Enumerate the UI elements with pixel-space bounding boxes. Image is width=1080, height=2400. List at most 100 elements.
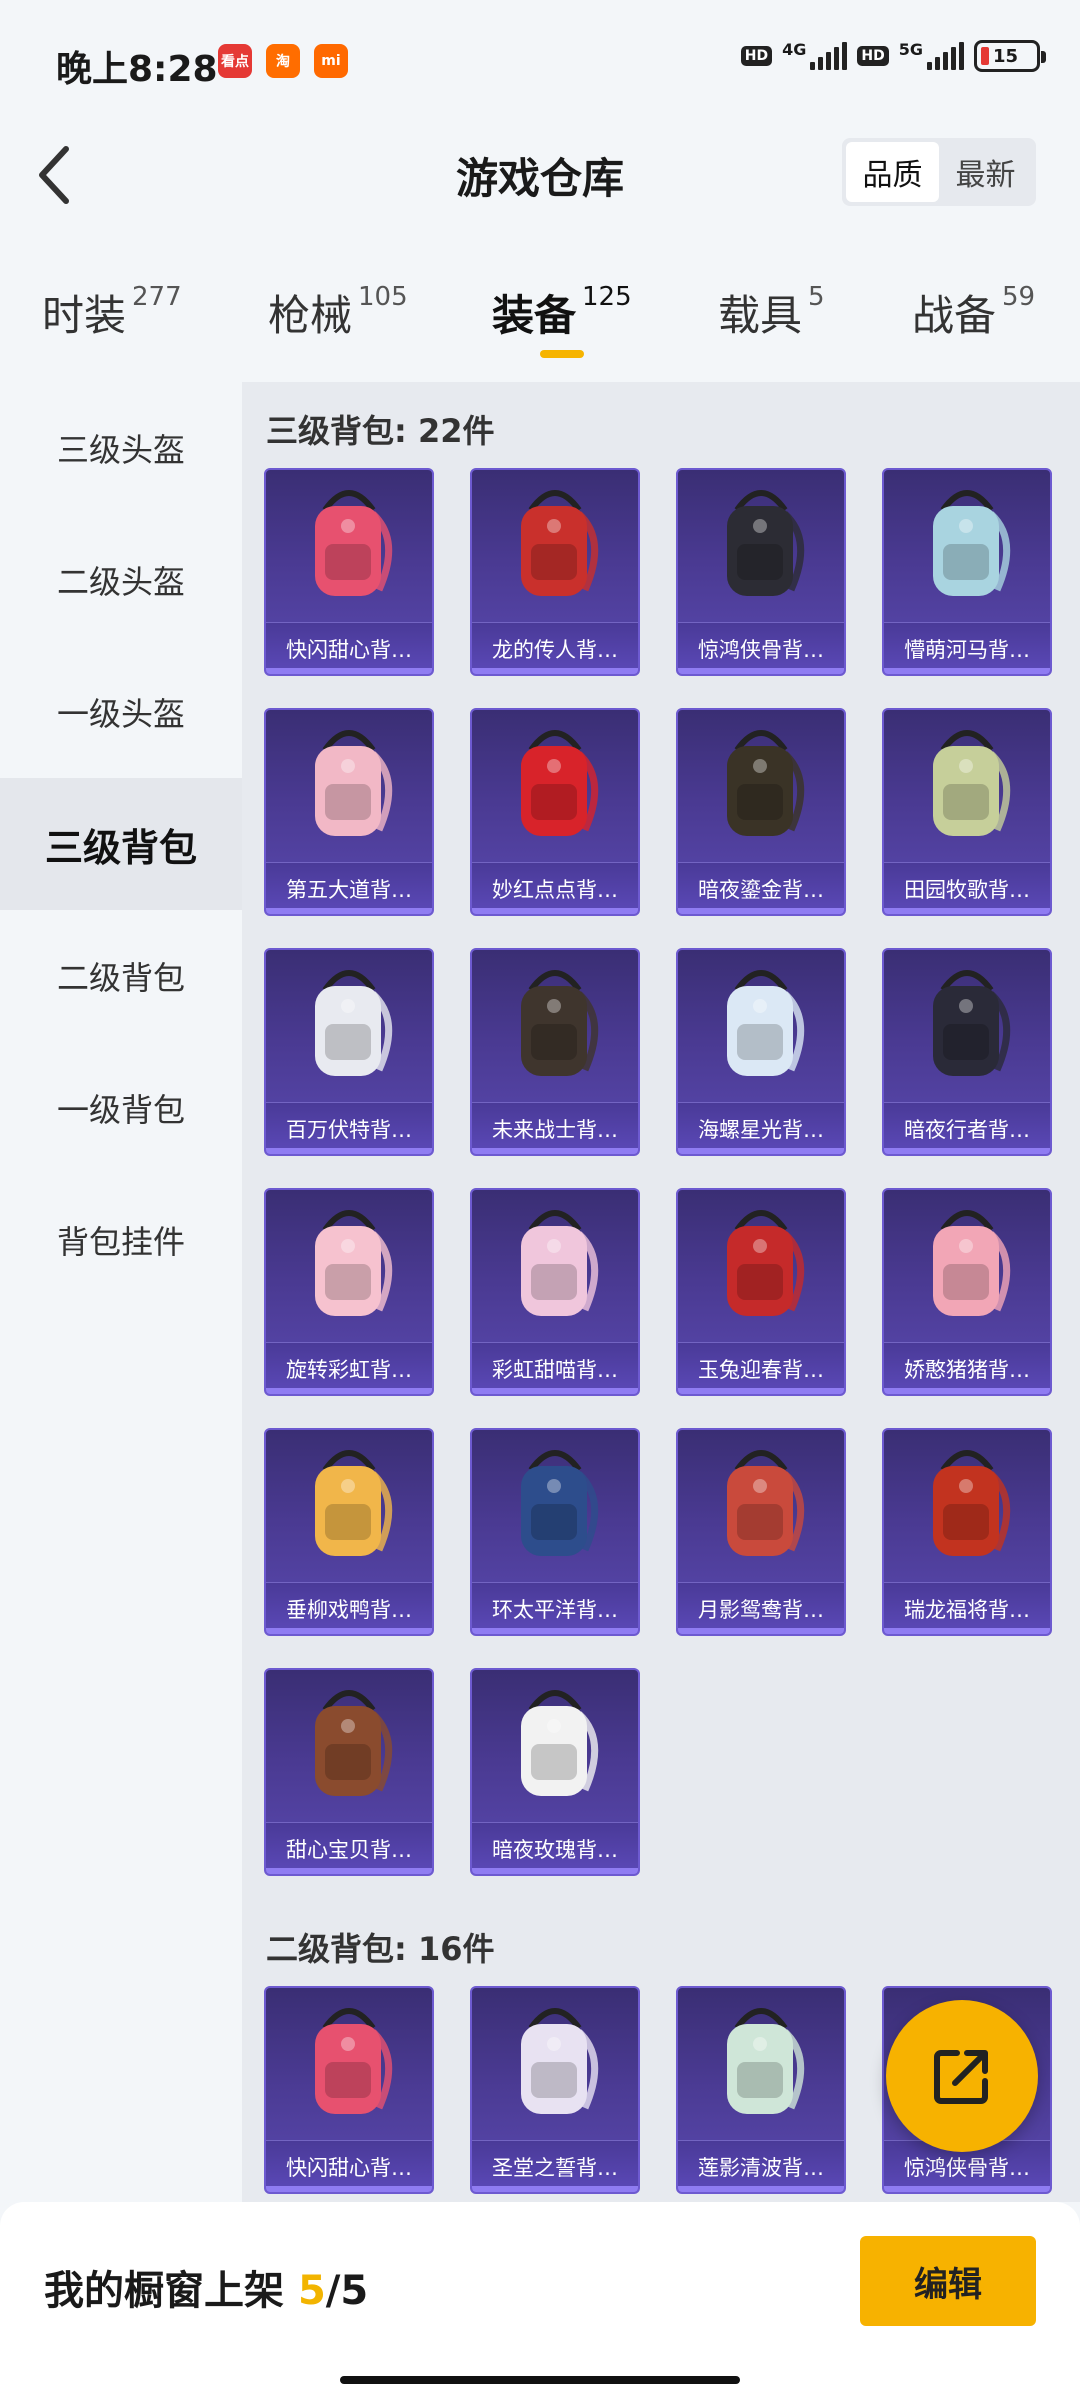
edit-button[interactable]: 编辑 bbox=[860, 2236, 1036, 2326]
showcase-total-count: /5 bbox=[325, 2268, 369, 2314]
status-indicators: HD 4G HD 5G 15 bbox=[740, 40, 1046, 72]
item-name: 海螺星光背… bbox=[678, 1102, 844, 1154]
item-name: 暗夜鎏金背… bbox=[678, 862, 844, 914]
sort-toggle: 品质 最新 bbox=[842, 138, 1036, 206]
category-tabs: 时装 277 枪械 105 装备 125 载具 5 战备 59 bbox=[0, 270, 1080, 370]
item-card[interactable]: 龙的传人背… bbox=[470, 468, 640, 676]
home-indicator[interactable] bbox=[340, 2376, 740, 2384]
sidebar-item-backpack-charm[interactable]: 背包挂件 bbox=[0, 1174, 242, 1306]
item-card[interactable]: 快闪甜心背… bbox=[264, 1986, 434, 2194]
tab-fashion[interactable]: 时装 277 bbox=[42, 282, 182, 343]
item-card[interactable]: 暗夜行者背… bbox=[882, 948, 1052, 1156]
item-card[interactable]: 暗夜鎏金背… bbox=[676, 708, 846, 916]
backpack-image bbox=[472, 1190, 638, 1340]
item-card[interactable]: 圣堂之誓背… bbox=[470, 1986, 640, 2194]
tab-count: 277 bbox=[132, 282, 182, 312]
backpack-image bbox=[678, 950, 844, 1100]
quality-stripe bbox=[678, 2186, 844, 2192]
backpack-image bbox=[678, 1430, 844, 1580]
tab-count: 105 bbox=[358, 282, 408, 312]
status-bar: 晚上8:28 看点 淘 mi HD 4G HD 5G 15 bbox=[0, 0, 1080, 120]
sidebar-item-lv1-helmet[interactable]: 一级头盔 bbox=[0, 646, 242, 778]
sidebar-item-lv2-helmet[interactable]: 二级头盔 bbox=[0, 514, 242, 646]
item-card[interactable]: 田园牧歌背… bbox=[882, 708, 1052, 916]
backpack-image bbox=[266, 950, 432, 1100]
item-card[interactable]: 彩虹甜喵背… bbox=[470, 1188, 640, 1396]
item-card[interactable]: 旋转彩虹背… bbox=[264, 1188, 434, 1396]
signal-icon bbox=[810, 42, 848, 70]
mi-app-icon: mi bbox=[314, 44, 348, 78]
backpack-image bbox=[884, 710, 1050, 860]
tab-label: 时装 bbox=[42, 291, 127, 340]
backpack-image bbox=[472, 1988, 638, 2138]
item-card[interactable]: 瑞龙福将背… bbox=[882, 1428, 1052, 1636]
tab-label: 载具 bbox=[718, 291, 803, 340]
quality-stripe bbox=[678, 1148, 844, 1154]
share-button[interactable] bbox=[886, 2000, 1038, 2152]
item-card[interactable]: 莲影清波背… bbox=[676, 1986, 846, 2194]
tab-count: 5 bbox=[808, 282, 825, 312]
battery-icon: 15 bbox=[974, 40, 1046, 72]
item-card[interactable]: 环太平洋背… bbox=[470, 1428, 640, 1636]
quality-stripe bbox=[884, 2186, 1050, 2192]
tab-weapons[interactable]: 枪械 105 bbox=[268, 282, 408, 343]
page-header: 游戏仓库 品质 最新 bbox=[0, 120, 1080, 230]
quality-stripe bbox=[884, 1148, 1050, 1154]
item-card[interactable]: 未来战士背… bbox=[470, 948, 640, 1156]
status-time: 晚上8:28 bbox=[56, 49, 218, 90]
sidebar-item-lv1-backpack[interactable]: 一级背包 bbox=[0, 1042, 242, 1174]
backpack-image bbox=[472, 1670, 638, 1820]
quality-stripe bbox=[884, 1628, 1050, 1634]
item-card[interactable]: 妙红点点背… bbox=[470, 708, 640, 916]
item-name: 懵萌河马背… bbox=[884, 622, 1050, 674]
tab-count: 125 bbox=[582, 282, 632, 312]
tab-label: 枪械 bbox=[268, 291, 353, 340]
item-card[interactable]: 快闪甜心背… bbox=[264, 468, 434, 676]
showcase-label: 我的橱窗上架 bbox=[44, 2268, 284, 2314]
sidebar-item-lv2-backpack[interactable]: 二级背包 bbox=[0, 910, 242, 1042]
sidebar-item-lv3-helmet[interactable]: 三级头盔 bbox=[0, 382, 242, 514]
item-name: 环太平洋背… bbox=[472, 1582, 638, 1634]
quality-stripe bbox=[472, 2186, 638, 2192]
item-card[interactable]: 海螺星光背… bbox=[676, 948, 846, 1156]
item-card[interactable]: 娇憨猪猪背… bbox=[882, 1188, 1052, 1396]
sidebar-item-lv3-backpack[interactable]: 三级背包 bbox=[0, 778, 242, 910]
item-card[interactable]: 玉兔迎春背… bbox=[676, 1188, 846, 1396]
backpack-image bbox=[472, 950, 638, 1100]
status-app-icons: 看点 淘 mi bbox=[218, 44, 348, 78]
backpack-image bbox=[266, 1988, 432, 2138]
item-name: 圣堂之誓背… bbox=[472, 2140, 638, 2192]
item-name: 旋转彩虹背… bbox=[266, 1342, 432, 1394]
item-grid: 三级背包: 22件 二级背包: 16件 快闪甜心背… 龙的传人背… 惊鸿侠骨背… 懵萌… bbox=[242, 382, 1080, 2202]
share-export-icon bbox=[934, 2050, 988, 2104]
item-card[interactable]: 垂柳戏鸭背… bbox=[264, 1428, 434, 1636]
item-card[interactable]: 月影鸳鸯背… bbox=[676, 1428, 846, 1636]
item-name: 第五大道背… bbox=[266, 862, 432, 914]
backpack-image bbox=[266, 1430, 432, 1580]
tab-equipment[interactable]: 装备 125 bbox=[492, 282, 632, 343]
item-name: 惊鸿侠骨背… bbox=[678, 622, 844, 674]
item-card[interactable]: 甜心宝贝背… bbox=[264, 1668, 434, 1876]
section-title: 三级背包: 22件 bbox=[266, 412, 495, 450]
item-name: 快闪甜心背… bbox=[266, 2140, 432, 2192]
item-card[interactable]: 百万伏特背… bbox=[264, 948, 434, 1156]
backpack-image bbox=[884, 950, 1050, 1100]
item-name: 田园牧歌背… bbox=[884, 862, 1050, 914]
item-card[interactable]: 惊鸿侠骨背… bbox=[676, 468, 846, 676]
tab-supplies[interactable]: 战备 59 bbox=[912, 282, 1035, 343]
hd-icon: HD bbox=[857, 46, 889, 66]
item-name: 垂柳戏鸭背… bbox=[266, 1582, 432, 1634]
quality-stripe bbox=[678, 1628, 844, 1634]
item-name: 妙红点点背… bbox=[472, 862, 638, 914]
sort-newest-button[interactable]: 最新 bbox=[939, 142, 1032, 202]
tab-vehicles[interactable]: 载具 5 bbox=[718, 282, 825, 343]
item-name: 百万伏特背… bbox=[266, 1102, 432, 1154]
quality-stripe bbox=[884, 1388, 1050, 1394]
item-name: 快闪甜心背… bbox=[266, 622, 432, 674]
item-card[interactable]: 第五大道背… bbox=[264, 708, 434, 916]
sort-quality-button[interactable]: 品质 bbox=[846, 142, 939, 202]
item-card[interactable]: 暗夜玫瑰背… bbox=[470, 1668, 640, 1876]
backpack-image bbox=[678, 1190, 844, 1340]
item-card[interactable]: 懵萌河马背… bbox=[882, 468, 1052, 676]
battery-level: 15 bbox=[993, 45, 1019, 67]
